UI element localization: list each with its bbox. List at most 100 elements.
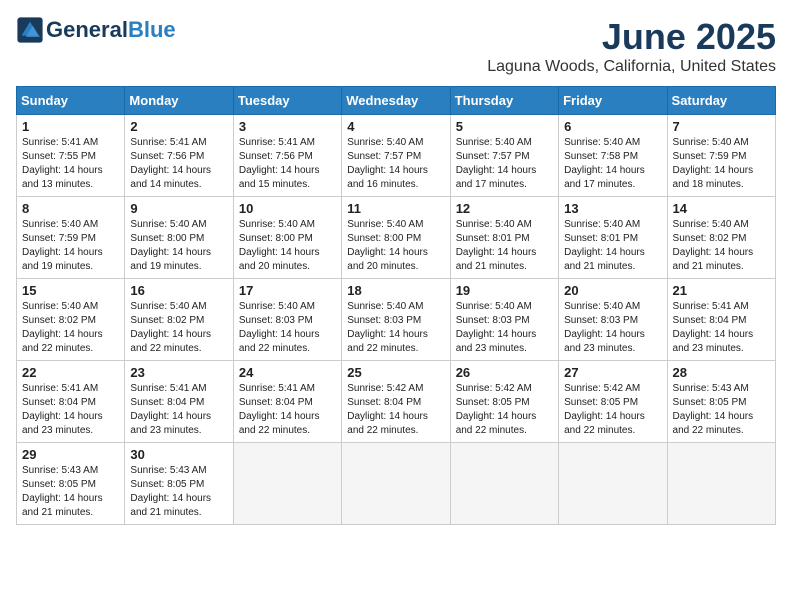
day-number: 4: [347, 119, 444, 134]
calendar-table: SundayMondayTuesdayWednesdayThursdayFrid…: [16, 86, 776, 525]
day-number: 15: [22, 283, 119, 298]
day-number: 9: [130, 201, 227, 216]
day-info: Sunrise: 5:42 AM Sunset: 8:05 PM Dayligh…: [564, 382, 661, 438]
day-info: Sunrise: 5:41 AM Sunset: 7:56 PM Dayligh…: [130, 136, 227, 192]
calendar-cell: 6 Sunrise: 5:40 AM Sunset: 7:58 PM Daylig…: [559, 115, 667, 197]
calendar-cell: 22 Sunrise: 5:41 AM Sunset: 8:04 PM Dayli…: [17, 361, 125, 443]
day-info: Sunrise: 5:40 AM Sunset: 8:00 PM Dayligh…: [130, 218, 227, 274]
day-number: 13: [564, 201, 661, 216]
day-info: Sunrise: 5:40 AM Sunset: 7:59 PM Dayligh…: [22, 218, 119, 274]
day-number: 26: [456, 365, 553, 380]
day-info: Sunrise: 5:40 AM Sunset: 8:00 PM Dayligh…: [347, 218, 444, 274]
calendar-cell: [559, 443, 667, 525]
day-number: 12: [456, 201, 553, 216]
weekday-header-sunday: Sunday: [17, 87, 125, 115]
day-number: 28: [673, 365, 770, 380]
calendar-cell: 3 Sunrise: 5:41 AM Sunset: 7:56 PM Daylig…: [233, 115, 341, 197]
day-info: Sunrise: 5:43 AM Sunset: 8:05 PM Dayligh…: [22, 464, 119, 520]
calendar-cell: 5 Sunrise: 5:40 AM Sunset: 7:57 PM Daylig…: [450, 115, 558, 197]
day-info: Sunrise: 5:40 AM Sunset: 8:02 PM Dayligh…: [673, 218, 770, 274]
day-number: 5: [456, 119, 553, 134]
day-number: 24: [239, 365, 336, 380]
calendar-cell: 13 Sunrise: 5:40 AM Sunset: 8:01 PM Dayli…: [559, 197, 667, 279]
calendar-cell: 16 Sunrise: 5:40 AM Sunset: 8:02 PM Dayli…: [125, 279, 233, 361]
day-info: Sunrise: 5:43 AM Sunset: 8:05 PM Dayligh…: [130, 464, 227, 520]
calendar-cell: 20 Sunrise: 5:40 AM Sunset: 8:03 PM Dayli…: [559, 279, 667, 361]
day-number: 30: [130, 447, 227, 462]
logo-icon: [16, 16, 44, 44]
calendar-cell: 21 Sunrise: 5:41 AM Sunset: 8:04 PM Dayli…: [667, 279, 775, 361]
calendar-week-2: 8Sunrise: 5:40 AM Sunset: 7:59 PM Daylig…: [17, 197, 776, 279]
weekday-header-thursday: Thursday: [450, 87, 558, 115]
calendar-title: June 2025: [487, 16, 776, 58]
weekday-header-tuesday: Tuesday: [233, 87, 341, 115]
calendar-cell: 28 Sunrise: 5:43 AM Sunset: 8:05 PM Dayli…: [667, 361, 775, 443]
weekday-header-wednesday: Wednesday: [342, 87, 450, 115]
day-number: 20: [564, 283, 661, 298]
calendar-cell: [667, 443, 775, 525]
day-info: Sunrise: 5:43 AM Sunset: 8:05 PM Dayligh…: [673, 382, 770, 438]
day-info: Sunrise: 5:40 AM Sunset: 8:00 PM Dayligh…: [239, 218, 336, 274]
calendar-cell: 12Sunrise: 5:40 AM Sunset: 8:01 PM Dayli…: [450, 197, 558, 279]
calendar-cell: 1 Sunrise: 5:41 AM Sunset: 7:55 PM Daylig…: [17, 115, 125, 197]
day-number: 6: [564, 119, 661, 134]
calendar-cell: 2 Sunrise: 5:41 AM Sunset: 7:56 PM Daylig…: [125, 115, 233, 197]
day-info: Sunrise: 5:40 AM Sunset: 7:57 PM Dayligh…: [456, 136, 553, 192]
day-info: Sunrise: 5:40 AM Sunset: 7:59 PM Dayligh…: [673, 136, 770, 192]
page-header: GeneralBlue June 2025 Laguna Woods, Cali…: [16, 16, 776, 76]
day-info: Sunrise: 5:42 AM Sunset: 8:05 PM Dayligh…: [456, 382, 553, 438]
day-info: Sunrise: 5:41 AM Sunset: 7:55 PM Dayligh…: [22, 136, 119, 192]
calendar-cell: 15 Sunrise: 5:40 AM Sunset: 8:02 PM Dayli…: [17, 279, 125, 361]
day-info: Sunrise: 5:40 AM Sunset: 8:03 PM Dayligh…: [456, 300, 553, 356]
day-number: 29: [22, 447, 119, 462]
day-number: 27: [564, 365, 661, 380]
calendar-cell: 4 Sunrise: 5:40 AM Sunset: 7:57 PM Daylig…: [342, 115, 450, 197]
weekday-header-saturday: Saturday: [667, 87, 775, 115]
day-info: Sunrise: 5:40 AM Sunset: 8:03 PM Dayligh…: [239, 300, 336, 356]
calendar-cell: 23 Sunrise: 5:41 AM Sunset: 8:04 PM Dayli…: [125, 361, 233, 443]
calendar-subtitle: Laguna Woods, California, United States: [487, 58, 776, 76]
day-info: Sunrise: 5:40 AM Sunset: 8:02 PM Dayligh…: [130, 300, 227, 356]
day-number: 21: [673, 283, 770, 298]
calendar-cell: [450, 443, 558, 525]
calendar-week-4: 22 Sunrise: 5:41 AM Sunset: 8:04 PM Dayli…: [17, 361, 776, 443]
day-number: 1: [22, 119, 119, 134]
day-info: Sunrise: 5:40 AM Sunset: 7:58 PM Dayligh…: [564, 136, 661, 192]
weekday-header-friday: Friday: [559, 87, 667, 115]
day-info: Sunrise: 5:41 AM Sunset: 8:04 PM Dayligh…: [673, 300, 770, 356]
day-info: Sunrise: 5:41 AM Sunset: 8:04 PM Dayligh…: [22, 382, 119, 438]
day-info: Sunrise: 5:41 AM Sunset: 8:04 PM Dayligh…: [239, 382, 336, 438]
calendar-cell: 8Sunrise: 5:40 AM Sunset: 7:59 PM Daylig…: [17, 197, 125, 279]
calendar-cell: 26 Sunrise: 5:42 AM Sunset: 8:05 PM Dayli…: [450, 361, 558, 443]
calendar-cell: [342, 443, 450, 525]
day-number: 18: [347, 283, 444, 298]
logo-general: General: [46, 17, 128, 43]
day-number: 17: [239, 283, 336, 298]
calendar-cell: 29 Sunrise: 5:43 AM Sunset: 8:05 PM Dayli…: [17, 443, 125, 525]
logo-blue: Blue: [128, 17, 176, 43]
calendar-cell: [233, 443, 341, 525]
day-info: Sunrise: 5:41 AM Sunset: 7:56 PM Dayligh…: [239, 136, 336, 192]
calendar-week-5: 29 Sunrise: 5:43 AM Sunset: 8:05 PM Dayli…: [17, 443, 776, 525]
day-number: 23: [130, 365, 227, 380]
calendar-header: SundayMondayTuesdayWednesdayThursdayFrid…: [17, 87, 776, 115]
day-number: 11: [347, 201, 444, 216]
day-info: Sunrise: 5:40 AM Sunset: 7:57 PM Dayligh…: [347, 136, 444, 192]
day-number: 7: [673, 119, 770, 134]
day-info: Sunrise: 5:40 AM Sunset: 8:01 PM Dayligh…: [564, 218, 661, 274]
day-number: 16: [130, 283, 227, 298]
day-number: 25: [347, 365, 444, 380]
day-info: Sunrise: 5:41 AM Sunset: 8:04 PM Dayligh…: [130, 382, 227, 438]
day-number: 3: [239, 119, 336, 134]
weekday-header-monday: Monday: [125, 87, 233, 115]
day-info: Sunrise: 5:42 AM Sunset: 8:04 PM Dayligh…: [347, 382, 444, 438]
day-number: 2: [130, 119, 227, 134]
calendar-body: 1 Sunrise: 5:41 AM Sunset: 7:55 PM Daylig…: [17, 115, 776, 525]
day-number: 22: [22, 365, 119, 380]
calendar-week-1: 1 Sunrise: 5:41 AM Sunset: 7:55 PM Daylig…: [17, 115, 776, 197]
day-info: Sunrise: 5:40 AM Sunset: 8:02 PM Dayligh…: [22, 300, 119, 356]
calendar-week-3: 15 Sunrise: 5:40 AM Sunset: 8:02 PM Dayli…: [17, 279, 776, 361]
day-info: Sunrise: 5:40 AM Sunset: 8:03 PM Dayligh…: [564, 300, 661, 356]
calendar-cell: 27 Sunrise: 5:42 AM Sunset: 8:05 PM Dayli…: [559, 361, 667, 443]
calendar-cell: 10Sunrise: 5:40 AM Sunset: 8:00 PM Dayli…: [233, 197, 341, 279]
